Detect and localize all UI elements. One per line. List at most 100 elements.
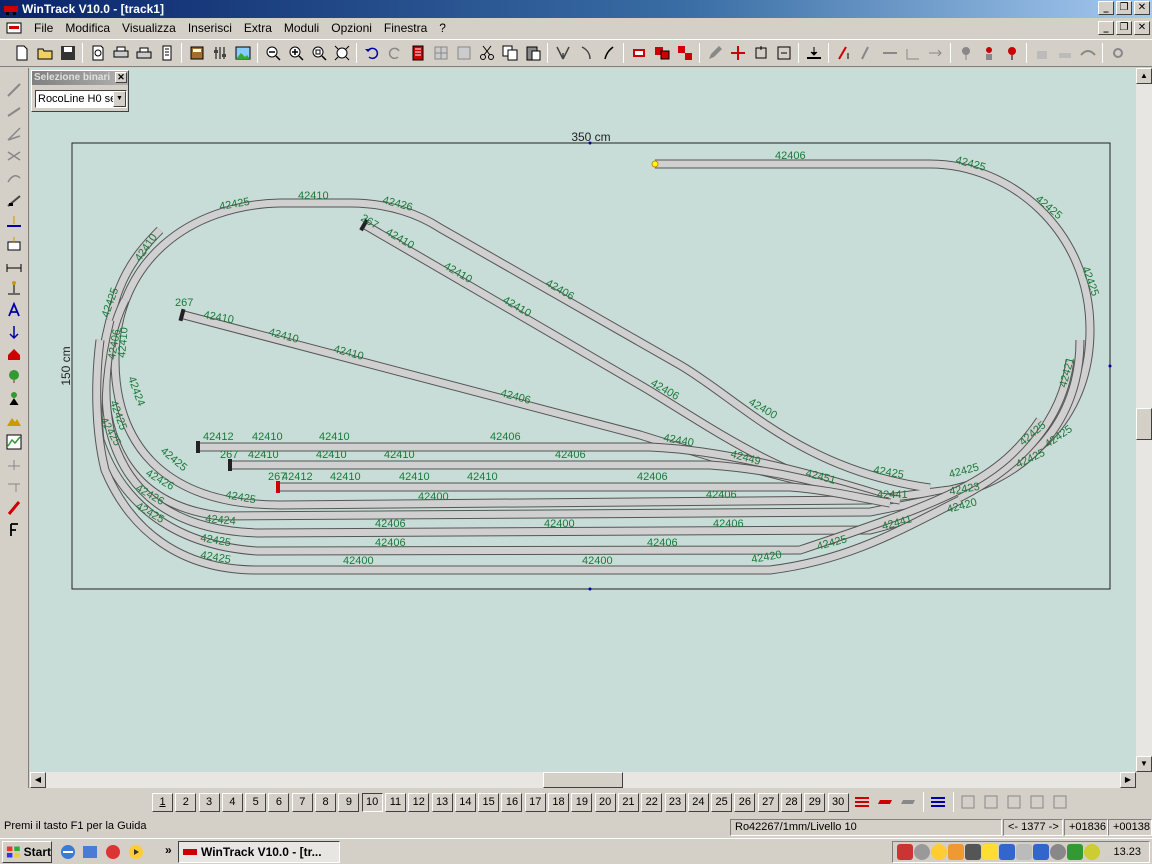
tray-app-12-icon[interactable] [1084,844,1100,860]
layer-button-12[interactable]: 12 [408,792,430,812]
layer-button-7[interactable]: 7 [291,792,313,812]
tree-button[interactable] [1000,42,1023,65]
layer-button-3[interactable]: 3 [198,792,220,812]
player-icon[interactable] [128,844,144,860]
layer-button-6[interactable]: 6 [268,792,290,812]
scroll-left-icon[interactable]: ◀ [30,772,46,788]
crossing-tool[interactable] [4,146,24,165]
flex-track-button[interactable] [574,42,597,65]
list-button[interactable] [406,42,429,65]
scroll-down-icon[interactable]: ▼ [1136,756,1152,772]
redo-button[interactable] [383,42,406,65]
print-setup-button[interactable] [132,42,155,65]
tray-app-11-icon[interactable] [1067,844,1083,860]
bridge-button[interactable] [1076,42,1099,65]
library-button[interactable] [185,42,208,65]
building-button[interactable] [1030,42,1053,65]
tray-app-1-icon[interactable] [897,844,913,860]
platform-button[interactable] [1053,42,1076,65]
layer-manager-button[interactable] [927,791,950,814]
layer-button-14[interactable]: 14 [454,792,476,812]
scroll-up-icon[interactable]: ▲ [1136,68,1152,84]
layer-button-19[interactable]: 19 [571,792,593,812]
copy-button[interactable] [498,42,521,65]
color-tool[interactable] [4,498,24,517]
measure-button[interactable] [832,42,855,65]
figure-tool[interactable] [4,388,24,407]
menu-modifica[interactable]: Modifica [59,21,116,35]
print-preview-button[interactable] [86,42,109,65]
selection-panel-close-icon[interactable]: ✕ [115,72,127,83]
view-2-button[interactable] [980,791,1003,814]
menu-moduli[interactable]: Moduli [278,21,325,35]
restore-button[interactable]: ❐ [1116,1,1132,15]
text-tool[interactable] [4,300,24,319]
tray-network-icon[interactable] [999,844,1015,860]
layer-button-17[interactable]: 17 [524,792,546,812]
layer-button-22[interactable]: 22 [641,792,663,812]
ungroup-button[interactable] [673,42,696,65]
signal-light-button[interactable] [954,42,977,65]
layer-button-9[interactable]: 9 [338,792,360,812]
layer-button-21[interactable]: 21 [617,792,639,812]
layer-lock-button[interactable] [897,791,920,814]
graph-tool[interactable] [4,432,24,451]
tray-app-3-icon[interactable] [931,844,947,860]
layer-button-13[interactable]: 13 [431,792,453,812]
new-file-button[interactable] [10,42,33,65]
toolbar-end-button[interactable] [1106,42,1129,65]
layer-button-10[interactable]: 10 [361,792,383,812]
track-system-select[interactable]: RocoLine H0 se ▼ [35,90,127,108]
rotate-button[interactable] [749,42,772,65]
layer-button-5[interactable]: 5 [245,792,267,812]
distance-tool[interactable] [4,256,24,275]
save-button[interactable] [56,42,79,65]
menu-finestra[interactable]: Finestra [378,21,433,35]
line-button[interactable] [878,42,901,65]
quicklaunch-more-icon[interactable]: » [165,843,172,857]
view-3-button[interactable] [1003,791,1026,814]
layer-button-27[interactable]: 27 [757,792,779,812]
print-button[interactable] [109,42,132,65]
view-5-button[interactable] [1049,791,1072,814]
tray-app-4-icon[interactable] [948,844,964,860]
gradient-tool[interactable] [4,454,24,473]
media-icon[interactable] [105,844,121,860]
layer-button-24[interactable]: 24 [687,792,709,812]
zoom-all-button[interactable] [330,42,353,65]
cut-button[interactable] [475,42,498,65]
start-button[interactable]: Start [2,841,52,863]
menu-help[interactable]: ? [433,21,452,35]
page-button[interactable] [155,42,178,65]
group-button[interactable] [650,42,673,65]
layer-button-16[interactable]: 16 [501,792,523,812]
minimize-button[interactable]: _ [1098,1,1114,15]
vertical-scrollbar[interactable]: ▲ ▼ [1136,68,1152,772]
doc-close-button[interactable]: ✕ [1134,21,1150,35]
tray-security-icon[interactable] [982,844,998,860]
doc-minimize-button[interactable]: _ [1098,21,1114,35]
connector-tool[interactable] [4,278,24,297]
layer-button-26[interactable]: 26 [734,792,756,812]
track-layout[interactable]: 350 cm 150 cm 42406 42425 42425 42425 42… [30,68,1136,772]
paste-button[interactable] [521,42,544,65]
layer-button-1[interactable]: 1 [152,792,173,812]
bumper-tool[interactable] [4,190,24,209]
view-4-button[interactable] [1026,791,1049,814]
turnout-y-button[interactable] [551,42,574,65]
taskbar-wintrack[interactable]: WinTrack V10.0 - [tr... [178,841,340,863]
font-tool[interactable] [4,520,24,539]
insert-button[interactable] [802,42,825,65]
tree-tool[interactable] [4,366,24,385]
layer-button-20[interactable]: 20 [594,792,616,812]
connect-button[interactable] [726,42,749,65]
scroll-right-icon[interactable]: ▶ [1120,772,1136,788]
arrow-button[interactable] [924,42,947,65]
turnout-tool[interactable] [4,124,24,143]
layer-button-15[interactable]: 15 [478,792,500,812]
vertical-scroll-thumb[interactable] [1136,408,1152,440]
layer-button-18[interactable]: 18 [548,792,570,812]
signal-button[interactable] [627,42,650,65]
split-tool[interactable] [4,476,24,495]
menu-visualizza[interactable]: Visualizza [116,21,182,35]
